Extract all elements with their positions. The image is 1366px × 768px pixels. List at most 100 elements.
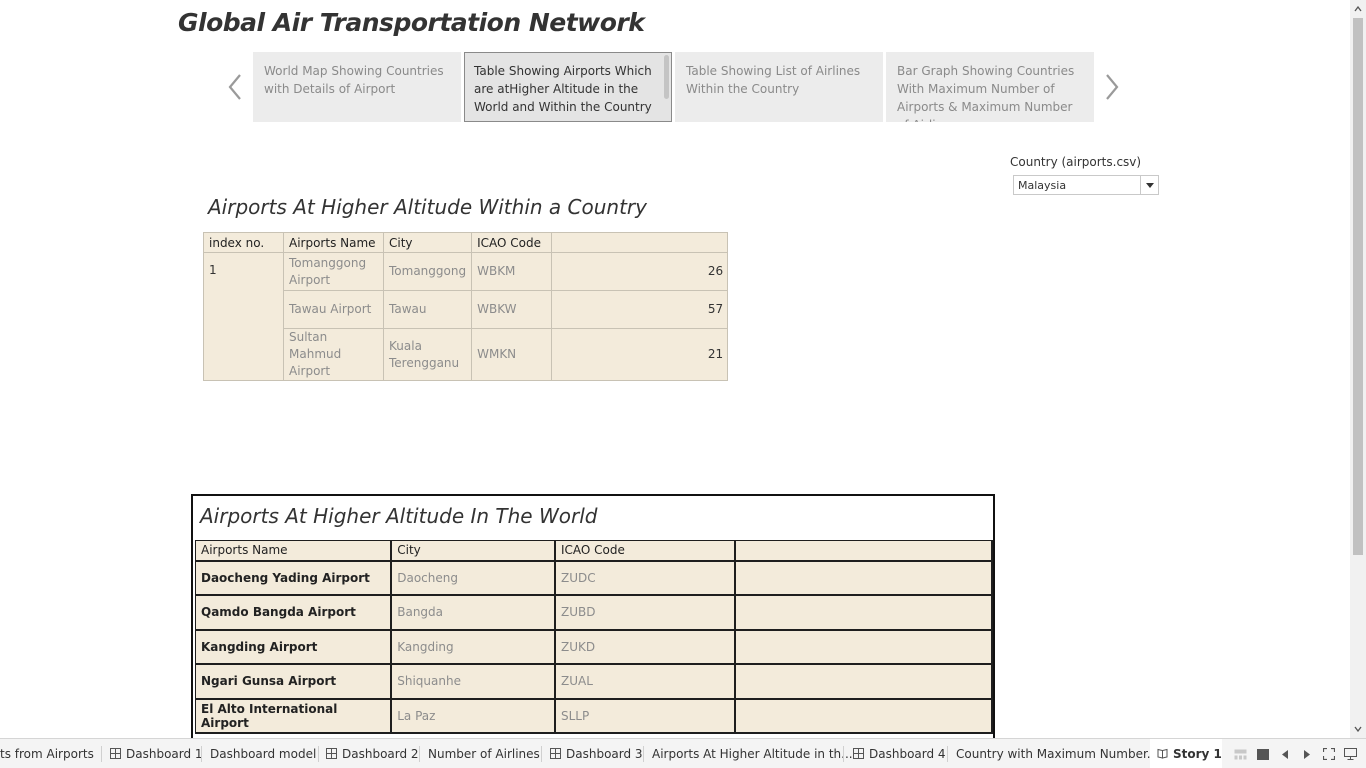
tab-label: Dashboard 1 <box>126 746 203 761</box>
country-filter-title: Country (airports.csv) <box>1010 155 1142 169</box>
city-cell: Shiquanhe <box>390 663 556 700</box>
value-cell: 26 <box>551 252 729 291</box>
sheet-tab-bar: ts from Airports Dashboard 1 Dashboard m… <box>0 738 1366 768</box>
column-header-icao[interactable]: ICAO Code <box>471 232 553 253</box>
tab-divider <box>101 746 102 762</box>
column-header-value <box>734 540 994 562</box>
previous-story-point-button[interactable] <box>223 70 247 104</box>
tab-label: Story 1 <box>1173 746 1222 761</box>
airport-name-cell: Daocheng Yading Airport <box>195 560 393 596</box>
tab-label: Dashboard model <box>210 746 317 761</box>
scroll-up-icon[interactable] <box>1354 5 1362 13</box>
tab-story-1[interactable]: Story 1 <box>1150 739 1222 768</box>
airport-name-cell: Sultan Mahmud Airport <box>283 328 384 381</box>
column-header-index[interactable]: index no. <box>203 232 284 253</box>
index-cell: 1 <box>203 252 284 381</box>
tab-number-of-airlines[interactable]: Number of Airlines <box>428 739 540 768</box>
story-point-label: Table Showing List of Airlines Within th… <box>686 64 861 96</box>
column-header-value <box>551 232 729 253</box>
tab-sheet-airports[interactable]: ts from Airports <box>0 739 94 768</box>
icao-cell: WBKM <box>471 252 553 291</box>
country-altitude-table: index no. Airports Name City ICAO Code 1… <box>203 232 729 381</box>
tab-divider <box>947 746 948 762</box>
airport-name-cell: Tomanggong Airport <box>283 252 384 291</box>
tab-dashboard-3[interactable]: Dashboard 3 <box>550 739 643 768</box>
story-point-label: Bar Graph Showing Countries With Maximum… <box>897 64 1075 122</box>
table-row[interactable]: Kangding Airport Kangding ZUKD <box>195 629 994 665</box>
column-header-airport-name[interactable]: Airports Name <box>195 540 393 562</box>
chevron-left-icon <box>228 74 241 100</box>
world-altitude-table: Airports Name City ICAO Code Daocheng Ya… <box>195 540 994 734</box>
icao-cell: ZUBD <box>554 594 736 631</box>
tab-bar-tools <box>1234 745 1357 763</box>
dashboard-icon <box>853 748 864 759</box>
icao-cell: ZUKD <box>554 629 736 665</box>
dropdown-arrow-icon[interactable] <box>1140 176 1158 194</box>
value-cell <box>734 560 994 596</box>
story-point-airlines-table[interactable]: Table Showing List of Airlines Within th… <box>675 52 883 122</box>
table-row[interactable]: Daocheng Yading Airport Daocheng ZUDC <box>195 560 994 596</box>
story-point-label: World Map Showing Countries with Details… <box>264 64 444 96</box>
fullscreen-icon[interactable] <box>1322 748 1335 761</box>
city-cell: Kuala Terengganu <box>382 328 473 381</box>
value-cell <box>734 629 994 665</box>
tab-divider <box>201 746 202 762</box>
city-cell: Kangding <box>390 629 556 665</box>
table-row[interactable]: 1 Tomanggong Airport Tomanggong WBKM 26 <box>203 252 729 381</box>
show-filmstrip-icon[interactable] <box>1234 748 1247 761</box>
story-point-higher-altitude-tables[interactable]: Table Showing Airports Which are atHighe… <box>464 52 672 122</box>
city-cell: Daocheng <box>390 560 556 596</box>
tab-airports-higher-altitude[interactable]: Airports At Higher Altitude in th... <box>652 739 853 768</box>
tab-scroll-left-icon[interactable] <box>1278 748 1291 761</box>
table-row[interactable]: El Alto International Airport La Paz SLL… <box>195 698 994 734</box>
tab-dashboard-4[interactable]: Dashboard 4 <box>853 739 946 768</box>
icao-cell: ZUDC <box>554 560 736 596</box>
story-point-bar-graph[interactable]: Bar Graph Showing Countries With Maximum… <box>886 52 1094 122</box>
world-table-title: Airports At Higher Altitude In The World <box>200 504 598 528</box>
dashboard-icon <box>110 748 121 759</box>
tab-label: Number of Airlines <box>428 746 540 761</box>
column-header-icao[interactable]: ICAO Code <box>554 540 736 562</box>
vertical-scrollbar[interactable] <box>1350 0 1366 738</box>
city-cell: Tawau <box>382 290 473 329</box>
table-header-row: index no. Airports Name City ICAO Code <box>203 232 729 253</box>
tab-divider <box>318 746 319 762</box>
tab-label: ts from Airports <box>0 746 94 761</box>
country-filter-dropdown[interactable]: Malaysia <box>1013 175 1159 195</box>
story-title: Global Air Transportation Network <box>178 8 645 37</box>
tab-dashboard-1[interactable]: Dashboard 1 <box>110 739 203 768</box>
presentation-mode-icon[interactable] <box>1344 748 1357 761</box>
tab-dashboard-2[interactable]: Dashboard 2 <box>326 739 419 768</box>
city-cell: La Paz <box>390 698 556 734</box>
story-point-label: Table Showing Airports Which are atHighe… <box>474 64 652 114</box>
city-cell: Bangda <box>390 594 556 631</box>
icao-cell: WMKN <box>471 328 553 381</box>
chevron-right-icon <box>1106 74 1119 100</box>
value-cell <box>734 594 994 631</box>
airport-name-cell: Tawau Airport <box>283 290 384 329</box>
column-header-airport-name[interactable]: Airports Name <box>283 232 384 253</box>
column-header-city[interactable]: City <box>382 232 473 253</box>
tab-label: Country with Maximum Number... <box>956 746 1159 761</box>
column-header-city[interactable]: City <box>390 540 556 562</box>
city-cell: Tomanggong <box>382 252 473 291</box>
country-filter-value: Malaysia <box>1018 179 1067 192</box>
tab-dashboard-model[interactable]: Dashboard model <box>210 739 316 768</box>
icao-cell: ZUAL <box>554 663 736 700</box>
table-row[interactable]: Qamdo Bangda Airport Bangda ZUBD <box>195 594 994 631</box>
value-cell <box>734 663 994 700</box>
scrollbar-thumb[interactable] <box>1353 18 1363 555</box>
tab-scroll-right-icon[interactable] <box>1300 748 1313 761</box>
airport-name-cell: Qamdo Bangda Airport <box>195 594 393 631</box>
story-point-world-map[interactable]: World Map Showing Countries with Details… <box>253 52 461 122</box>
caption-scrollbar[interactable] <box>664 55 669 99</box>
show-sheet-icon[interactable] <box>1256 748 1269 761</box>
tab-label: Dashboard 3 <box>566 746 643 761</box>
icao-cell: SLLP <box>554 698 736 734</box>
tab-country-max-number[interactable]: Country with Maximum Number... <box>956 739 1158 768</box>
scroll-down-icon[interactable] <box>1354 725 1362 733</box>
country-table-title: Airports At Higher Altitude Within a Cou… <box>208 195 647 219</box>
next-story-point-button[interactable] <box>1100 70 1124 104</box>
value-cell <box>734 698 994 734</box>
table-row[interactable]: Ngari Gunsa Airport Shiquanhe ZUAL <box>195 663 994 700</box>
